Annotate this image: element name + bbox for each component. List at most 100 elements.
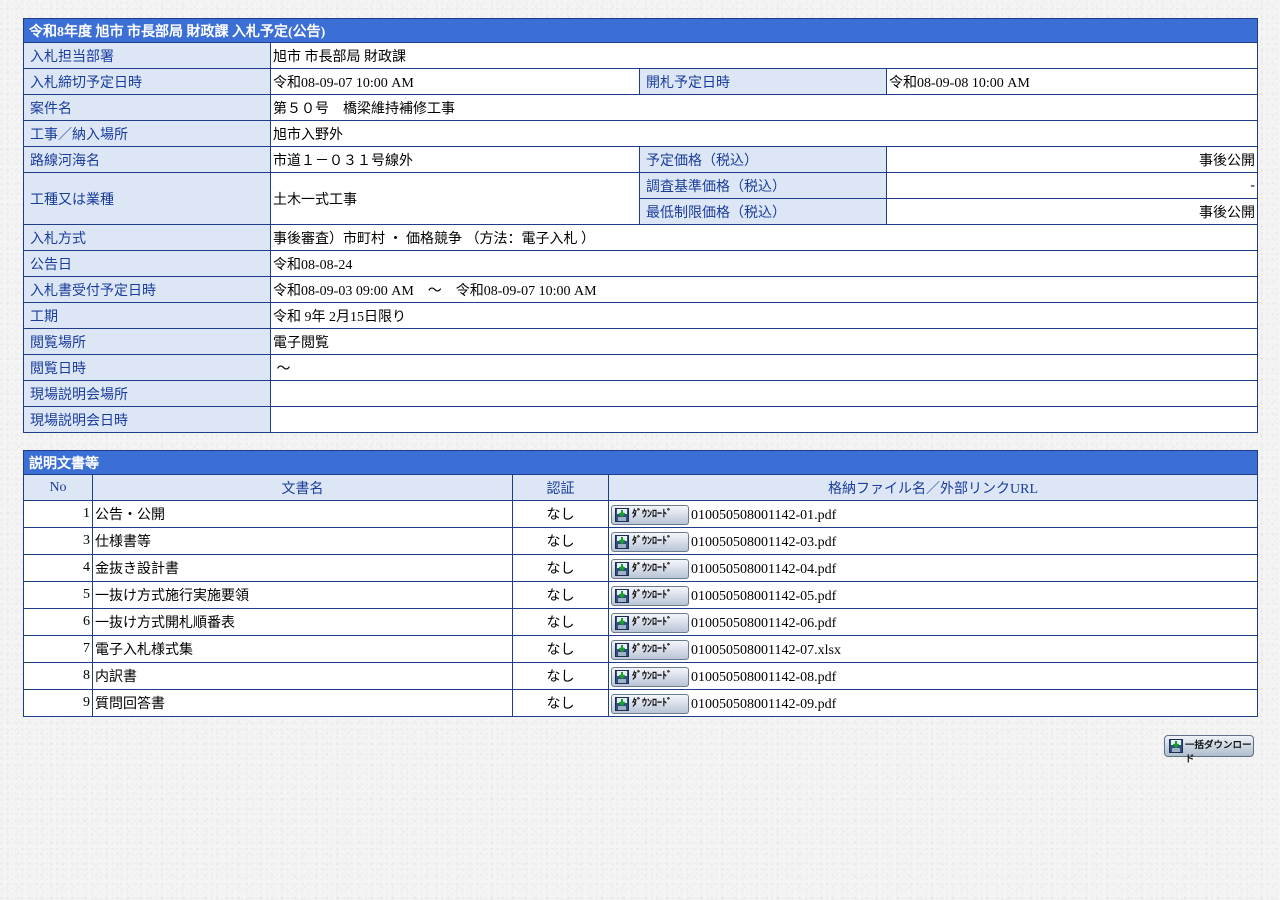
table-row: 4 金抜き設計書 なし ﾀﾞｳﾝﾛｰﾄﾞ 010050508001142-04.pdf xyxy=(23,554,1258,582)
doc-name: 質問回答書 xyxy=(92,689,513,717)
planned-price-value: 事後公開 xyxy=(885,146,1259,173)
download-button-label: ﾀﾞｳﾝﾛｰﾄﾞ xyxy=(632,535,672,547)
download-button-label: ﾀﾞｳﾝﾛｰﾄﾞ xyxy=(632,697,672,709)
bulk-download-button[interactable]: 一括ダウンロード xyxy=(1164,735,1254,765)
download-button[interactable]: ﾀﾞｳﾝﾛｰﾄﾞ xyxy=(611,558,689,579)
doc-auth: なし xyxy=(512,554,609,582)
download-button[interactable]: ﾀﾞｳﾝﾛｰﾄﾞ xyxy=(611,693,689,714)
doc-no: 3 xyxy=(23,527,93,555)
download-button[interactable]: ﾀﾞｳﾝﾛｰﾄﾞ xyxy=(611,504,689,525)
download-button-label: ﾀﾞｳﾝﾛｰﾄﾞ xyxy=(632,508,672,520)
doc-name: 公告・公開 xyxy=(92,500,513,528)
documents-table: 説明文書等 No 文書名 認証 格納ファイル名／外部リンクURL 1 公告・公開な… xyxy=(23,450,1258,717)
method-label: 入札方式 xyxy=(23,224,271,251)
opening-label: 開札予定日時 xyxy=(639,68,887,95)
doc-auth: なし xyxy=(512,662,609,690)
doc-name: 内訳書 xyxy=(92,662,513,690)
announce-value: 令和08-08-24 xyxy=(269,250,1259,277)
bulk-download-label: 一括ダウンロード xyxy=(1185,740,1252,765)
survey-price-value: - xyxy=(885,172,1259,199)
view-place-value: 電子閲覧 xyxy=(269,328,1259,355)
briefing-place-label: 現場説明会場所 xyxy=(23,380,271,407)
doc-name: 仕様書等 xyxy=(92,527,513,555)
accept-value: 令和08-09-03 09:00 AM ～ 令和08-09-07 10:00 A… xyxy=(269,276,1259,303)
documents-rows: 1 公告・公開 なし ﾀﾞｳﾝﾛｰﾄﾞ 010050508001142-01.pdf 3 仕… xyxy=(23,500,1258,717)
opening-value: 令和08-09-08 10:00 AM xyxy=(885,68,1259,95)
doc-filename[interactable]: 010050508001142-06.pdf xyxy=(691,616,836,632)
col-header-file: 格納ファイル名／外部リンクURL xyxy=(608,474,1258,501)
doc-file-cell: ﾀﾞｳﾝﾛｰﾄﾞ 010050508001142-05.pdf xyxy=(608,581,1258,609)
doc-no: 5 xyxy=(23,581,93,609)
download-button[interactable]: ﾀﾞｳﾝﾛｰﾄﾞ xyxy=(611,612,689,633)
view-date-value: ～ xyxy=(269,354,1259,381)
doc-auth: なし xyxy=(512,581,609,609)
deadline-label: 入札締切予定日時 xyxy=(23,68,271,95)
doc-auth: なし xyxy=(512,608,609,636)
accept-label: 入札書受付予定日時 xyxy=(23,276,271,303)
table-row: 1 公告・公開 なし ﾀﾞｳﾝﾛｰﾄﾞ 010050508001142-01.pdf xyxy=(23,500,1258,528)
notice-title: 令和8年度 旭市 市長部局 財政課 入札予定(公告) xyxy=(22,18,1259,43)
doc-filename[interactable]: 010050508001142-09.pdf xyxy=(691,697,836,713)
briefing-date-value xyxy=(269,406,1259,433)
doc-filename[interactable]: 010050508001142-07.xlsx xyxy=(691,643,841,659)
col-header-name: 文書名 xyxy=(92,474,513,501)
download-button[interactable]: ﾀﾞｳﾝﾛｰﾄﾞ xyxy=(611,666,689,687)
period-label: 工期 xyxy=(23,302,271,329)
period-value: 令和 9年 2月15日限り xyxy=(269,302,1259,329)
download-button[interactable]: ﾀﾞｳﾝﾛｰﾄﾞ xyxy=(611,639,689,660)
download-icon xyxy=(615,696,629,711)
download-button-label: ﾀﾞｳﾝﾛｰﾄﾞ xyxy=(632,643,672,655)
doc-no: 1 xyxy=(23,500,93,528)
work-type-label: 工種又は業種 xyxy=(23,172,271,225)
route-label: 路線河海名 xyxy=(23,146,271,173)
col-header-no: No xyxy=(23,474,93,501)
doc-filename[interactable]: 010050508001142-08.pdf xyxy=(691,670,836,686)
documents-title: 説明文書等 xyxy=(23,450,1258,475)
min-price-label: 最低制限価格（税込） xyxy=(639,198,887,225)
case-value: 第５０号 橋梁維持補修工事 xyxy=(269,94,1259,121)
doc-filename[interactable]: 010050508001142-01.pdf xyxy=(691,508,836,524)
doc-auth: なし xyxy=(512,500,609,528)
dept-value: 旭市 市長部局 財政課 xyxy=(269,42,1259,69)
download-button-label: ﾀﾞｳﾝﾛｰﾄﾞ xyxy=(632,562,672,574)
doc-no: 6 xyxy=(23,608,93,636)
deadline-value: 令和08-09-07 10:00 AM xyxy=(270,68,640,95)
table-row: 6 一抜け方式開札順番表 なし ﾀﾞｳﾝﾛｰﾄﾞ 010050508001142-06.… xyxy=(23,608,1258,636)
download-icon xyxy=(615,669,629,684)
page-content: 令和8年度 旭市 市長部局 財政課 入札予定(公告) 入札担当部署 旭市 市長部… xyxy=(22,18,1259,717)
dept-label: 入札担当部署 xyxy=(23,42,271,69)
method-value: 事後審査）市町村 ・ 価格競争 （方法：電子入札 ） xyxy=(269,224,1259,251)
download-button-label: ﾀﾞｳﾝﾛｰﾄﾞ xyxy=(632,670,672,682)
download-icon xyxy=(615,561,629,576)
doc-filename[interactable]: 010050508001142-04.pdf xyxy=(691,562,836,578)
doc-auth: なし xyxy=(512,527,609,555)
doc-file-cell: ﾀﾞｳﾝﾛｰﾄﾞ 010050508001142-03.pdf xyxy=(608,527,1258,555)
doc-name: 一抜け方式施行実施要領 xyxy=(92,581,513,609)
doc-filename[interactable]: 010050508001142-05.pdf xyxy=(691,589,836,605)
table-row: 5 一抜け方式施行実施要領 なし ﾀﾞｳﾝﾛｰﾄﾞ 010050508001142-05… xyxy=(23,581,1258,609)
table-row: 8 内訳書 なし ﾀﾞｳﾝﾛｰﾄﾞ 010050508001142-08.pdf xyxy=(23,662,1258,690)
work-type-value: 土木一式工事 xyxy=(270,172,640,225)
view-date-label: 閲覧日時 xyxy=(23,354,271,381)
route-value: 市道１－０３１号線外 xyxy=(270,146,640,173)
briefing-place-value xyxy=(269,380,1259,407)
doc-name: 電子入札様式集 xyxy=(92,635,513,663)
download-icon xyxy=(615,615,629,630)
announce-label: 公告日 xyxy=(23,250,271,277)
col-header-auth: 認証 xyxy=(512,474,609,501)
table-row: 9 質問回答書 なし ﾀﾞｳﾝﾛｰﾄﾞ 010050508001142-09.pdf xyxy=(23,689,1258,717)
case-label: 案件名 xyxy=(23,94,271,121)
doc-file-cell: ﾀﾞｳﾝﾛｰﾄﾞ 010050508001142-06.pdf xyxy=(608,608,1258,636)
doc-file-cell: ﾀﾞｳﾝﾛｰﾄﾞ 010050508001142-07.xlsx xyxy=(608,635,1258,663)
doc-no: 4 xyxy=(23,554,93,582)
doc-file-cell: ﾀﾞｳﾝﾛｰﾄﾞ 010050508001142-09.pdf xyxy=(608,689,1258,717)
doc-no: 7 xyxy=(23,635,93,663)
download-button-label: ﾀﾞｳﾝﾛｰﾄﾞ xyxy=(632,616,672,628)
doc-name: 金抜き設計書 xyxy=(92,554,513,582)
doc-filename[interactable]: 010050508001142-03.pdf xyxy=(691,535,836,551)
download-button[interactable]: ﾀﾞｳﾝﾛｰﾄﾞ xyxy=(611,585,689,606)
download-button[interactable]: ﾀﾞｳﾝﾛｰﾄﾞ xyxy=(611,531,689,552)
doc-auth: なし xyxy=(512,635,609,663)
briefing-date-label: 現場説明会日時 xyxy=(23,406,271,433)
download-icon xyxy=(615,642,629,657)
